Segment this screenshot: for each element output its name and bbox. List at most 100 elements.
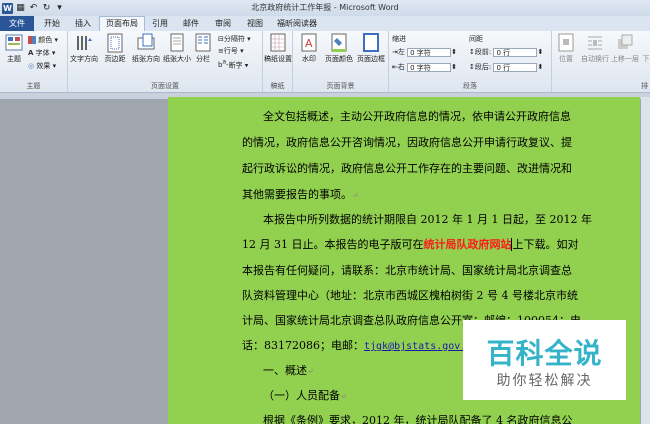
dropdown-icon: ▾ [52, 62, 57, 70]
indent-left-row: ⇥左 0 字符 ⬍ [392, 47, 457, 57]
document-line: 队资料管理中心（地址：北京市西城区槐柏树街 2 号 4 号楼北京市统 [242, 289, 578, 302]
line-numbers-button[interactable]: ≡行号 ▾ [218, 46, 244, 57]
title-bar: W ▦ ↶ ↻ ▾ 北京政府统计工作年报 - Microsoft Word [0, 0, 650, 16]
page-borders-button[interactable]: 页面边框 [356, 33, 386, 64]
theme-icon [5, 33, 23, 53]
group-page-background: A 水印 页面颜色 页面边框 页面背景 [293, 31, 389, 92]
group-page-setup: 文字方向 页边距 纸张方向 纸张大小 分栏 ⊟分隔符 ▾ ≡行号 ▾ ba-断字… [68, 31, 263, 92]
spacing-title: 间距 [469, 35, 483, 43]
paragraph-mark-icon: ↵ [340, 392, 347, 401]
spinner-icon[interactable]: ⬍ [451, 63, 457, 71]
group-label-page-background: 页面背景 [326, 82, 355, 90]
tab-foxit-reader[interactable]: 福昕阅读器 [274, 16, 320, 31]
tab-insert[interactable]: 插入 [70, 16, 96, 31]
fonts-icon: A [28, 49, 34, 57]
bring-forward-icon [616, 33, 634, 53]
paragraph-mark-icon: ↵ [307, 367, 314, 376]
watermark-subtitle: 助你轻松解决 [496, 373, 593, 389]
wrap-text-icon [586, 33, 604, 53]
breaks-button[interactable]: ⊟分隔符 ▾ [218, 34, 251, 45]
dropdown-icon: ▾ [244, 61, 249, 70]
orientation-button[interactable]: 纸张方向 [131, 33, 161, 64]
effects-icon: ◎ [28, 62, 35, 70]
wrap-text-button[interactable]: 自动换行 [580, 33, 610, 64]
position-button[interactable]: 位置 [554, 33, 578, 64]
document-line: 根据《条例》要求，2012 年，统计局队配备了 4 名政府信息公 [263, 414, 573, 424]
tab-references[interactable]: 引用 [148, 16, 172, 31]
position-icon [557, 33, 575, 53]
columns-icon [194, 33, 212, 53]
dropdown-icon: ▾ [54, 36, 58, 44]
dropdown-icon: ▾ [240, 47, 244, 55]
draft-paper-icon [269, 33, 287, 53]
group-draft-paper: 稿纸设置 稿纸 [263, 31, 293, 92]
tab-home[interactable]: 开始 [37, 16, 67, 31]
tab-view[interactable]: 视图 [242, 16, 268, 31]
spacing-after-input[interactable]: 0 行 [493, 62, 538, 72]
group-arrange: 位置 自动换行 上移一层 下 排 [552, 31, 650, 92]
window-title: 北京政府统计工作年报 - Microsoft Word [251, 3, 399, 12]
paragraph-mark-icon: ↵ [352, 191, 359, 200]
theme-button[interactable]: 主题 [1, 33, 27, 64]
document-line: 起行政诉讼的情况，政府信息公开工作存在的主要问题、改进情况和 [242, 162, 572, 175]
email-link[interactable]: tjgk@bjstats.gov.cn [364, 341, 478, 352]
spinner-icon[interactable]: ⬍ [537, 63, 543, 71]
spacing-after-row: ↕段后: 0 行 ⬍ [469, 62, 544, 72]
site-watermark: 百科全说 助你轻松解决 [463, 320, 626, 400]
document-line: 的情况，政府信息公开咨询情况，因政府信息公开申请行政复议、提 [242, 136, 572, 149]
watermark-title: 百科全说 [486, 337, 603, 370]
spacing-before-row: ↕段前: 0 行 ⬍ [469, 47, 544, 57]
tab-review[interactable]: 审阅 [210, 16, 236, 31]
spinner-icon[interactable]: ⬍ [451, 48, 457, 56]
indent-title: 缩进 [392, 35, 406, 43]
indent-right-input[interactable]: 0 字符 [407, 62, 452, 72]
tab-mailings[interactable]: 邮件 [178, 16, 204, 31]
indent-right-row: ⇤右 0 字符 ⬍ [392, 62, 457, 72]
group-label-arrange: 排 [641, 82, 648, 90]
hyphenation-icon: ba- [218, 60, 229, 70]
hyphenation-button[interactable]: ba-断字 ▾ [218, 58, 248, 69]
group-label-paragraph: 段落 [463, 82, 477, 90]
margins-button[interactable]: 页边距 [100, 33, 130, 64]
document-line: 其他需要报告的事项。↵ [242, 188, 359, 201]
dropdown-icon: ▾ [247, 35, 251, 43]
highlighted-text: 统计局队政府网站 [423, 238, 512, 251]
spinner-icon[interactable]: ⬍ [537, 48, 543, 56]
dropdown-icon: ▾ [51, 49, 56, 57]
spacing-before-input[interactable]: 0 行 [493, 47, 538, 57]
group-label-theme: 主题 [26, 82, 41, 90]
group-theme: 主题 颜色 ▾ A 字体 ▾ ◎ 效果 ▾ 主题 [0, 31, 68, 92]
columns-button[interactable]: 分栏 [191, 33, 215, 64]
send-backward-button[interactable]: 下 [640, 33, 650, 64]
document-line: 本报告中所列数据的统计期限自 2012 年 1 月 1 日起，至 2012 年 [263, 213, 592, 226]
draft-paper-settings-button[interactable]: 稿纸设置 [263, 33, 293, 64]
group-label-draft: 稿纸 [270, 82, 285, 90]
page-color-button[interactable]: 页面颜色 [324, 33, 354, 64]
text-direction-icon [75, 33, 93, 53]
document-line: 全文包括概述，主动公开政府信息的情况，依申请公开政府信息 [263, 110, 571, 123]
svg-text:A: A [305, 37, 313, 50]
watermark-icon: A [300, 33, 318, 53]
vertical-scrollbar[interactable] [641, 97, 650, 424]
ribbon: 主题 颜色 ▾ A 字体 ▾ ◎ 效果 ▾ 主题 文字方向 页边距 纸张方向 纸… [0, 31, 650, 93]
watermark-button[interactable]: A 水印 [294, 33, 324, 64]
group-paragraph: 缩进 ⇥左 0 字符 ⬍ ⇤右 0 字符 ⬍ 间距 ↕段前: 0 行 ⬍ ↕段后: 0… [389, 31, 552, 92]
margins-icon [106, 33, 124, 53]
ribbon-tabs: 文件 开始 插入 页面布局 引用 邮件 审阅 视图 福昕阅读器 [0, 16, 650, 31]
page-borders-icon [362, 33, 380, 53]
colors-icon [28, 36, 36, 44]
document-line: 12 月 31 日止。本报告的电子版可在统计局队政府网站上下载。如对 [242, 238, 579, 251]
paper-size-button[interactable]: 纸张大小 [162, 33, 192, 64]
bring-forward-button[interactable]: 上移一层 [610, 33, 640, 64]
theme-colors-button[interactable]: 颜色 ▾ [28, 35, 58, 46]
orientation-icon [137, 33, 155, 53]
tab-file[interactable]: 文件 [0, 16, 34, 31]
tab-page-layout[interactable]: 页面布局 [99, 16, 145, 31]
page-color-icon [330, 33, 348, 53]
indent-left-input[interactable]: 0 字符 [407, 47, 452, 57]
text-direction-button[interactable]: 文字方向 [69, 33, 99, 64]
theme-effects-button[interactable]: ◎ 效果 ▾ [28, 61, 56, 72]
document-line: 本报告有任何疑问，请联系：北京市统计局、国家统计局北京调查总 [242, 264, 572, 277]
send-backward-icon [641, 33, 650, 53]
theme-fonts-button[interactable]: A 字体 ▾ [28, 48, 55, 59]
